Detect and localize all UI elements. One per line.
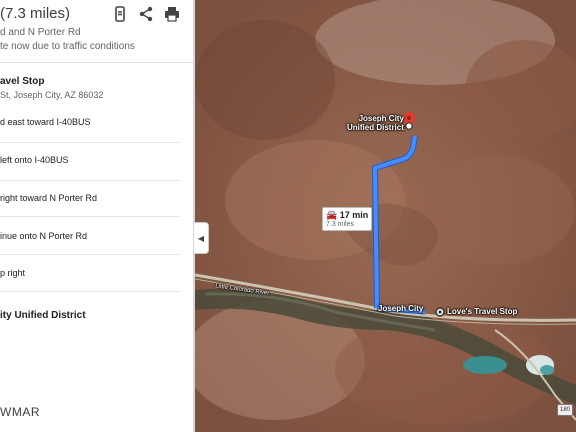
print-icon[interactable] xyxy=(164,6,180,22)
destination-map-label[interactable]: Joseph City Unified District xyxy=(347,114,404,132)
satellite-map[interactable]: Joseph City Unified District Joseph City… xyxy=(195,0,576,432)
origin-name: avel Stop xyxy=(0,76,45,87)
share-icon[interactable] xyxy=(138,6,154,22)
step-divider xyxy=(0,291,180,292)
step-text: right toward N Porter Rd xyxy=(0,193,98,203)
step-divider xyxy=(0,216,180,217)
chevron-left-icon: ◀ xyxy=(197,233,205,243)
destination-name: ity Unified District xyxy=(0,310,86,321)
traffic-note: te now due to traffic conditions xyxy=(0,41,135,52)
step-text: d east toward I-40BUS xyxy=(0,117,91,127)
step-divider xyxy=(0,142,180,143)
step-divider xyxy=(0,180,180,181)
step-divider xyxy=(0,254,180,255)
origin-map-label[interactable]: Love's Travel Stop xyxy=(447,307,517,316)
route-time: 17 min xyxy=(339,210,369,220)
route-badge-distance: 7.3 miles xyxy=(326,221,355,228)
route-via: d and N Porter Rd xyxy=(0,27,81,38)
origin-address: St, Joseph City, AZ 86032 xyxy=(0,90,104,100)
destination-map-label-text: Joseph City Unified District xyxy=(347,114,404,132)
step-text: inue onto N Porter Rd xyxy=(0,231,88,241)
directions-header: (7.3 miles) d and N Porter Rd te now due… xyxy=(0,0,194,63)
satellite-imagery xyxy=(195,0,576,432)
header-actions xyxy=(112,6,180,22)
directions-panel: (7.3 miles) d and N Porter Rd te now due… xyxy=(0,0,194,432)
route-distance: (7.3 miles) xyxy=(0,5,71,22)
route-time-badge[interactable]: 🚘 17 min 7.3 miles xyxy=(322,207,373,231)
collapse-panel-button[interactable]: ◀ xyxy=(194,222,209,254)
step-text: p right xyxy=(0,268,26,278)
mobile-send-icon[interactable] xyxy=(112,6,128,22)
highway-shield: 180 xyxy=(557,404,573,416)
town-map-label: Joseph City xyxy=(378,304,424,313)
brand-watermark: WMAR xyxy=(0,405,40,419)
step-text: left onto I-40BUS xyxy=(0,155,69,165)
car-icon: 🚘 xyxy=(326,210,338,220)
